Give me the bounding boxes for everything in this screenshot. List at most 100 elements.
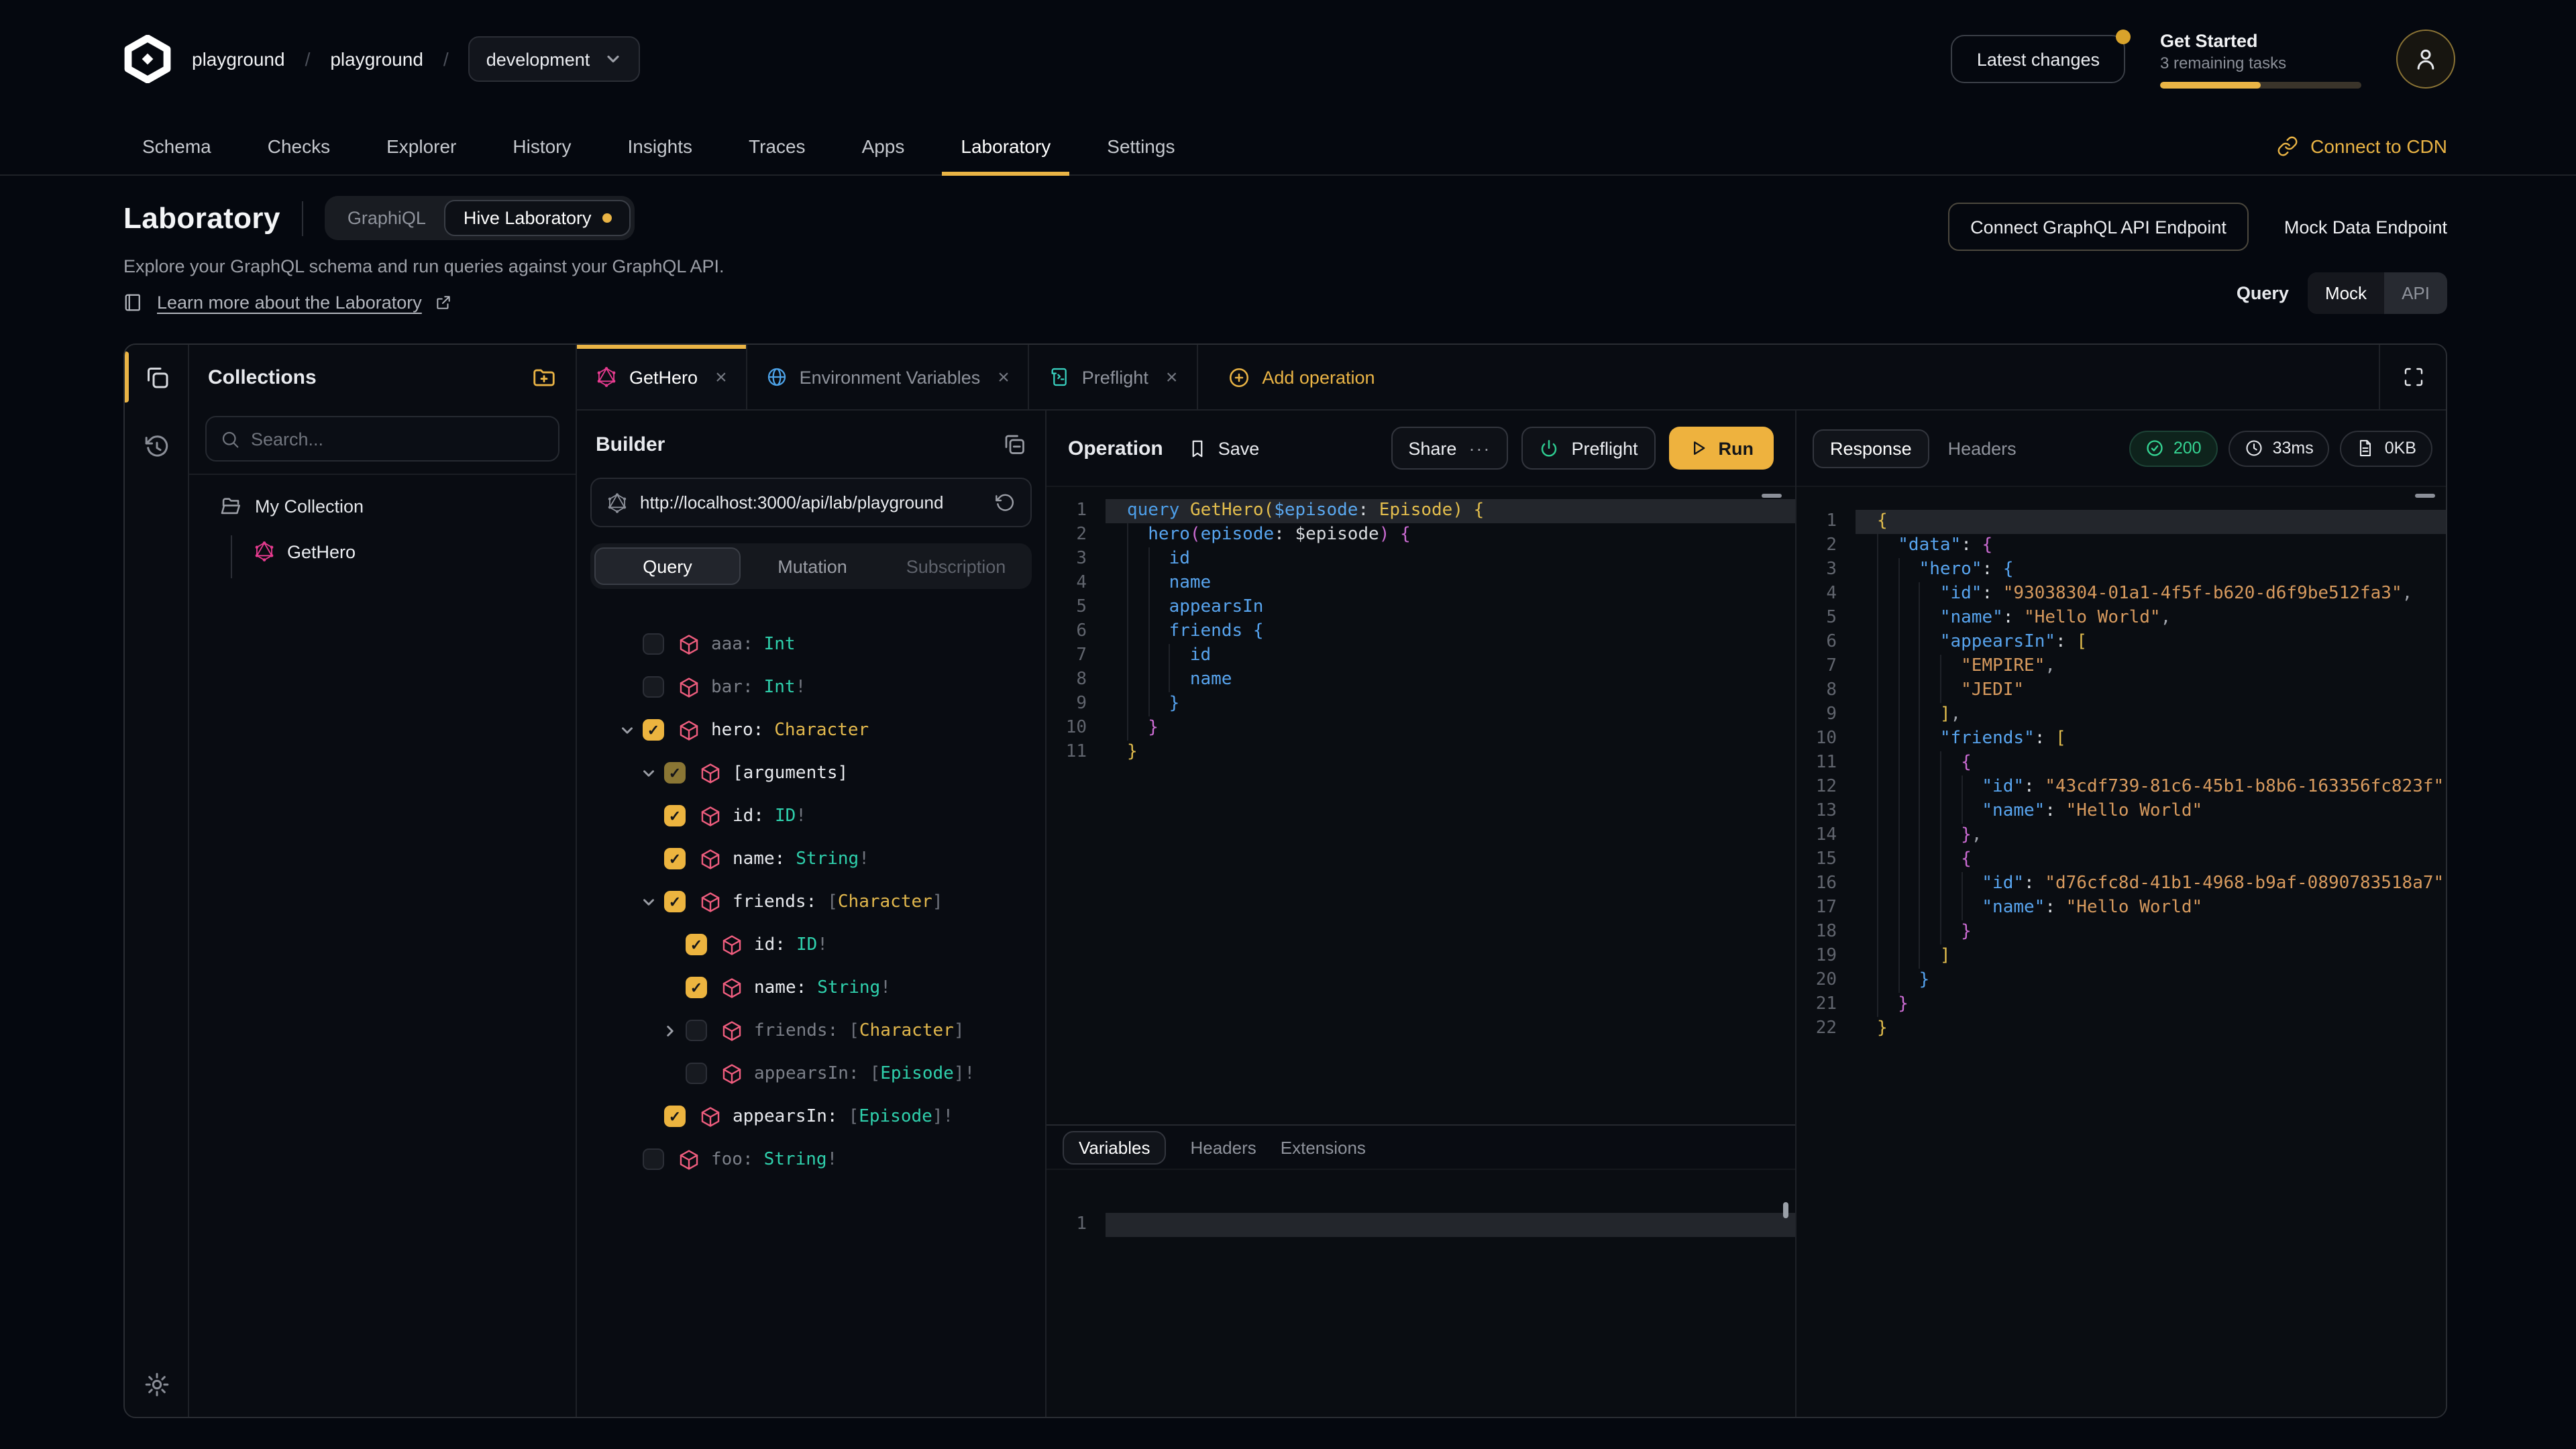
- schema-tree-row[interactable]: name: String!: [577, 966, 1045, 1009]
- nav-item[interactable]: Laboratory: [961, 118, 1051, 174]
- mode-api[interactable]: API: [2384, 272, 2447, 314]
- schema-tree-row[interactable]: appearsIn: [Episode]!: [577, 1052, 1045, 1095]
- nav-item[interactable]: Explorer: [386, 118, 456, 174]
- play-icon: [1689, 439, 1708, 458]
- variables-editor[interactable]: 1: [1046, 1170, 1795, 1417]
- nav-item[interactable]: Schema: [142, 118, 211, 174]
- collection-folder-item[interactable]: My Collection: [219, 495, 364, 518]
- field-checkbox[interactable]: [643, 1148, 664, 1170]
- query-editor[interactable]: 1 query GetHero($episode: Episode) { 2 h…: [1046, 487, 1795, 1124]
- field-checkbox[interactable]: [643, 676, 664, 698]
- history-rail-icon[interactable]: [144, 433, 170, 460]
- new-collection-folder-plus-icon[interactable]: [531, 365, 557, 390]
- op-type-subscription[interactable]: Subscription: [884, 547, 1028, 585]
- cube-icon: [699, 847, 722, 870]
- collapse-editor-handle[interactable]: [2415, 494, 2435, 498]
- close-tab-icon[interactable]: ×: [998, 366, 1010, 388]
- tab-preflight[interactable]: Preflight ×: [1030, 345, 1198, 409]
- op-type-query[interactable]: Query: [594, 547, 741, 585]
- notification-dot: [2116, 30, 2131, 44]
- get-started-widget[interactable]: Get Started 3 remaining tasks: [2160, 30, 2361, 88]
- schema-tree-row[interactable]: aaa: Int: [577, 623, 1045, 665]
- settings-gear-icon[interactable]: [144, 1371, 170, 1398]
- nav-item[interactable]: History: [513, 118, 571, 174]
- field-checkbox[interactable]: [686, 934, 707, 955]
- line-number: 17: [1796, 896, 1856, 920]
- schema-tree-row[interactable]: name: String!: [577, 837, 1045, 880]
- endpoint-url-input[interactable]: [640, 492, 982, 513]
- refresh-schema-icon[interactable]: [994, 492, 1016, 513]
- op-type-mutation[interactable]: Mutation: [741, 547, 884, 585]
- nav-item[interactable]: Insights: [628, 118, 693, 174]
- field-checkbox[interactable]: [664, 891, 686, 912]
- nav-item[interactable]: Settings: [1107, 118, 1175, 174]
- line-content: "id": "43cdf739-81c6-45b1-b8b6-163356fc8…: [1856, 775, 2447, 800]
- share-button[interactable]: Share ···: [1391, 427, 1508, 470]
- tab-environment-variables[interactable]: Environment Variables ×: [747, 345, 1030, 409]
- latest-changes-button[interactable]: Latest changes: [1951, 35, 2125, 83]
- chevron-icon[interactable]: [659, 1022, 680, 1039]
- close-tab-icon[interactable]: ×: [1166, 366, 1178, 388]
- hive-logo-icon[interactable]: [123, 35, 172, 83]
- nav-item[interactable]: Traces: [749, 118, 806, 174]
- collection-operation-item[interactable]: GetHero: [254, 541, 356, 562]
- add-operation-button[interactable]: Add operation: [1227, 345, 1375, 409]
- toggle-hive-laboratory[interactable]: Hive Laboratory: [445, 200, 631, 236]
- target-selector[interactable]: development: [469, 36, 640, 82]
- field-checkbox[interactable]: [686, 1020, 707, 1041]
- field-checkbox[interactable]: [643, 633, 664, 655]
- tab-response-headers[interactable]: Headers: [1948, 438, 2017, 458]
- collapse-builder-icon[interactable]: [1002, 432, 1026, 456]
- field-checkbox[interactable]: [664, 762, 686, 784]
- preflight-button[interactable]: Preflight: [1521, 427, 1655, 470]
- save-button[interactable]: Save: [1187, 438, 1260, 458]
- schema-tree-row[interactable]: bar: Int!: [577, 665, 1045, 708]
- learn-more-link[interactable]: Learn more about the Laboratory: [123, 292, 453, 313]
- field-checkbox[interactable]: [643, 719, 664, 741]
- breadcrumb-project[interactable]: playground: [330, 48, 423, 70]
- scrollbar-thumb[interactable]: [1783, 1202, 1788, 1218]
- toggle-graphiql[interactable]: GraphiQL: [329, 200, 445, 236]
- breadcrumb-org[interactable]: playground: [192, 48, 285, 70]
- schema-tree-row[interactable]: hero: Character: [577, 708, 1045, 751]
- collections-rail-icon[interactable]: [144, 364, 170, 390]
- search-input[interactable]: [251, 429, 545, 449]
- nav-item[interactable]: Checks: [268, 118, 330, 174]
- field-checkbox[interactable]: [664, 805, 686, 826]
- mock-data-endpoint-button[interactable]: Mock Data Endpoint: [2284, 217, 2447, 237]
- response-viewer[interactable]: 1 { 2 "data": { 3 "hero": { 4 "id": "930…: [1796, 487, 2447, 1417]
- cube-icon: [720, 1019, 743, 1042]
- user-avatar[interactable]: [2396, 30, 2455, 89]
- schema-tree-row[interactable]: friends: [Character]: [577, 880, 1045, 923]
- fullscreen-button[interactable]: [2379, 345, 2446, 409]
- close-tab-icon[interactable]: ×: [715, 366, 727, 388]
- chevron-icon[interactable]: [637, 893, 659, 910]
- chevron-icon[interactable]: [637, 764, 659, 782]
- field-checkbox[interactable]: [686, 1063, 707, 1084]
- tab-extensions[interactable]: Extensions: [1281, 1137, 1366, 1157]
- field-checkbox[interactable]: [664, 1106, 686, 1127]
- search-icon: [220, 429, 240, 449]
- schema-tree-row[interactable]: appearsIn: [Episode]!: [577, 1095, 1045, 1138]
- schema-tree-row[interactable]: id: ID!: [577, 923, 1045, 966]
- chevron-icon[interactable]: [616, 721, 637, 739]
- code-line: 11 {: [1796, 751, 2447, 775]
- share-menu-dots[interactable]: ···: [1468, 438, 1491, 458]
- connect-graphql-endpoint-button[interactable]: Connect GraphQL API Endpoint: [1947, 203, 2249, 251]
- schema-tree-row[interactable]: friends: [Character]: [577, 1009, 1045, 1052]
- mode-mock[interactable]: Mock: [2308, 272, 2384, 314]
- field-checkbox[interactable]: [664, 848, 686, 869]
- field-checkbox[interactable]: [686, 977, 707, 998]
- schema-tree-row[interactable]: foo: String!: [577, 1138, 1045, 1181]
- check-circle-icon: [2145, 439, 2164, 458]
- tab-gethero[interactable]: GetHero ×: [577, 345, 747, 409]
- connect-to-cdn-button[interactable]: Connect to CDN: [2277, 136, 2447, 157]
- run-button[interactable]: Run: [1669, 427, 1774, 470]
- tab-response[interactable]: Response: [1813, 429, 1929, 468]
- tab-headers[interactable]: Headers: [1190, 1137, 1256, 1157]
- schema-tree-row[interactable]: [arguments]: [577, 751, 1045, 794]
- tab-variables[interactable]: Variables: [1063, 1130, 1166, 1164]
- collapse-editor-handle[interactable]: [1762, 494, 1782, 498]
- schema-tree-row[interactable]: id: ID!: [577, 794, 1045, 837]
- nav-item[interactable]: Apps: [862, 118, 905, 174]
